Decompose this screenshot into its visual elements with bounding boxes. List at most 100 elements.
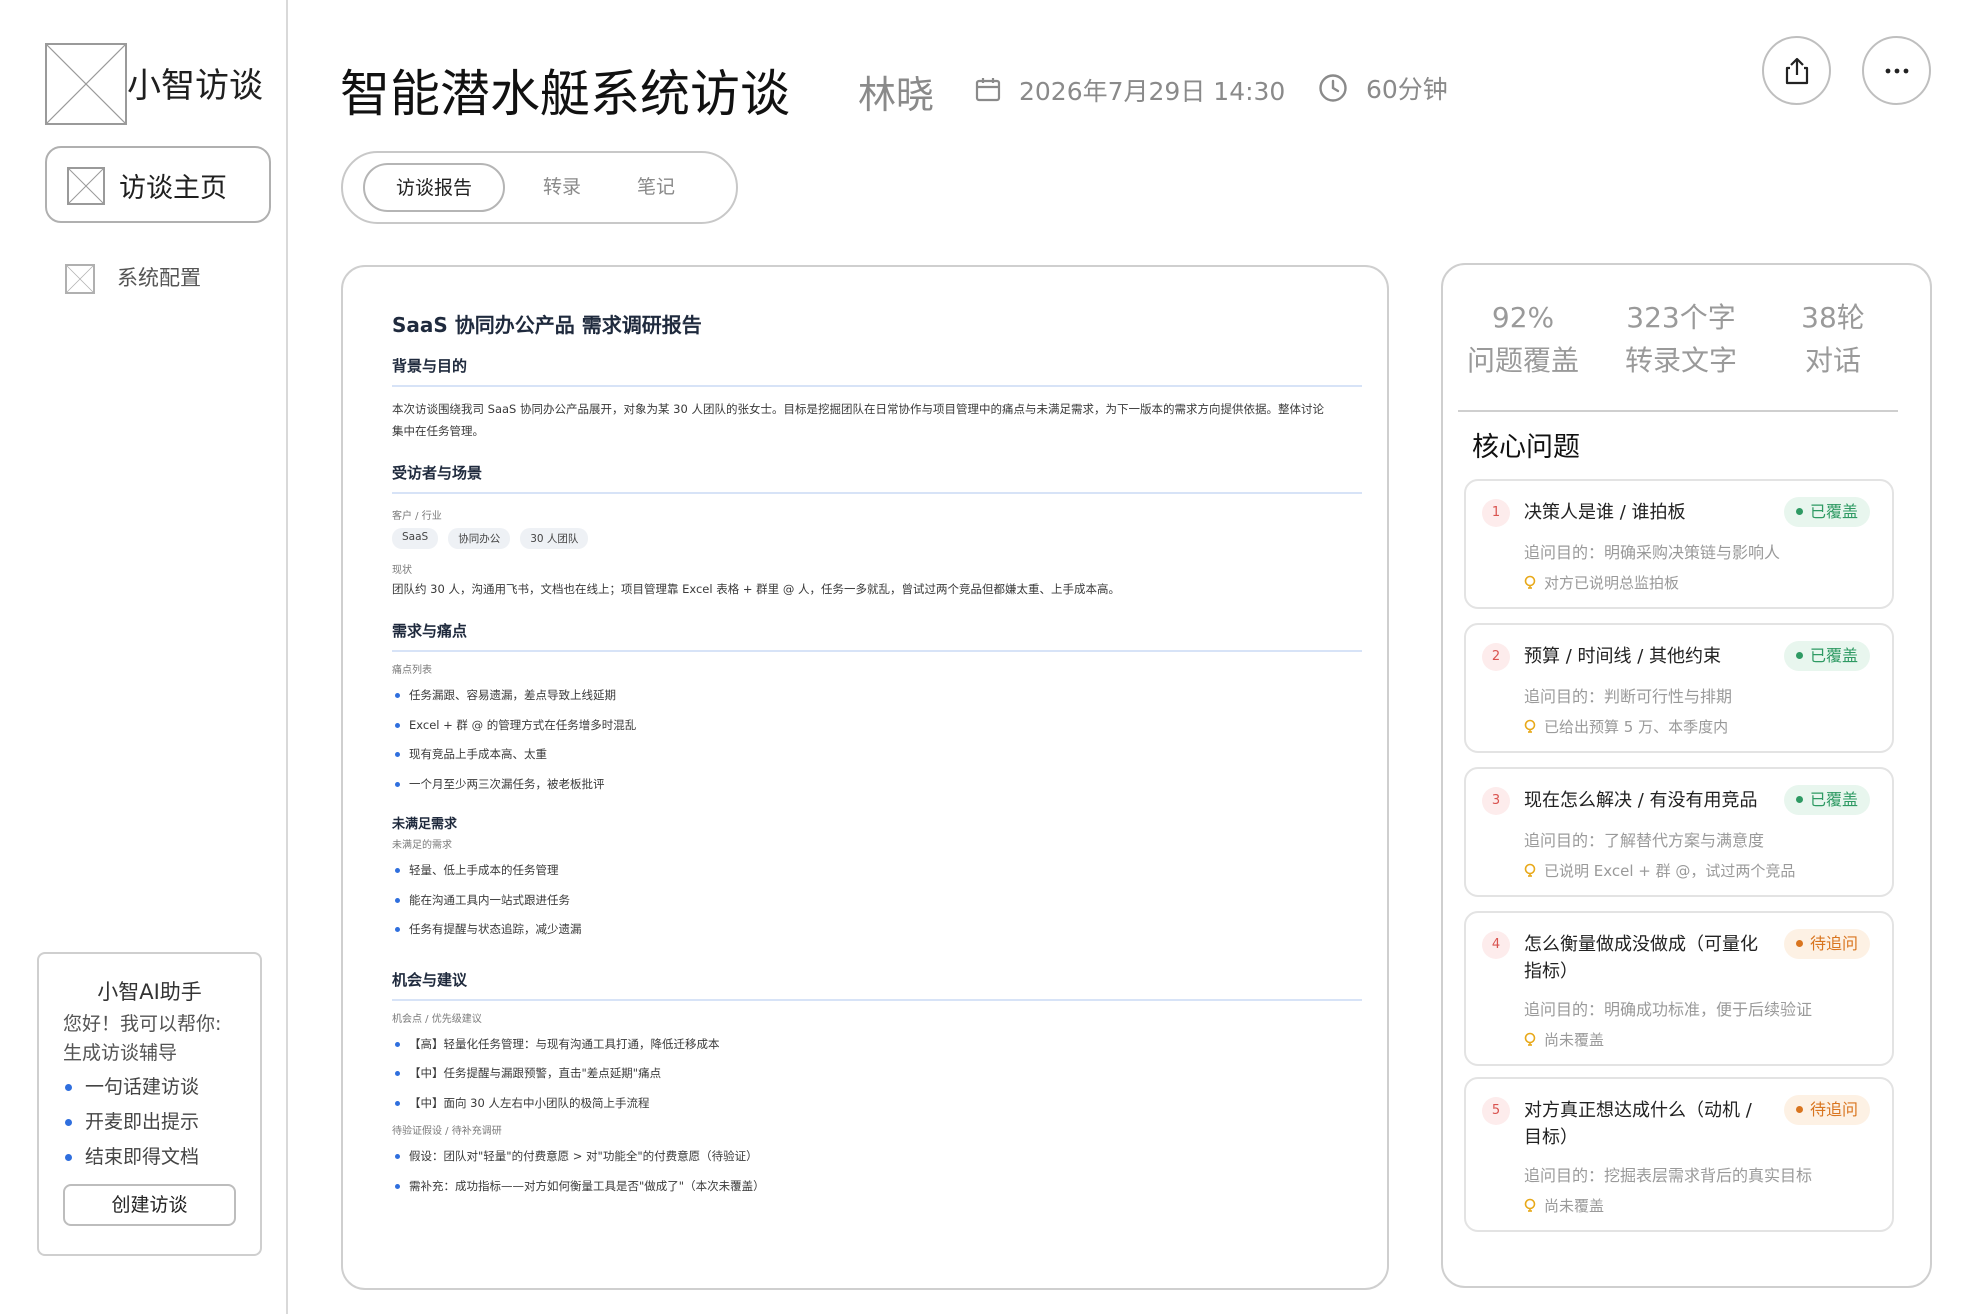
status-dot-icon bbox=[1795, 796, 1803, 803]
status-dot-icon bbox=[1795, 1106, 1803, 1113]
ai-assistant-greeting: 您好！我可以帮你: 生成访谈辅导 bbox=[63, 1010, 221, 1068]
tag-chip: SaaS bbox=[392, 528, 439, 549]
duration-text: 60分钟 bbox=[1366, 75, 1448, 104]
list-item: 现有竞品上手成本高、太重 bbox=[392, 740, 1362, 770]
stat-label: 对话 bbox=[1804, 344, 1861, 377]
sidebar-item-label: 访谈主页 bbox=[119, 173, 227, 204]
list-item: 一个月至少两三次漏任务，被老板批评 bbox=[392, 770, 1362, 800]
more-button[interactable] bbox=[1862, 36, 1931, 105]
status-text: 待追问 bbox=[1809, 934, 1858, 953]
feature-label: 开麦即出提示 bbox=[85, 1111, 200, 1133]
tab-notes[interactable]: 笔记 bbox=[637, 153, 675, 222]
question-purpose: 追问目的：了解替代方案与满意度 bbox=[1524, 831, 1765, 850]
list-item: Excel + 群 @ 的管理方式在任务增多时混乱 bbox=[392, 711, 1362, 741]
tag-chip: 协同办公 bbox=[448, 528, 511, 549]
section-opportunities: 机会与建议 机会点 / 优先级建议 【高】轻量化任务管理：与现有沟通工具打通，降… bbox=[392, 969, 1362, 1202]
sidebar-item-label: 系统配置 bbox=[117, 266, 201, 290]
note-text: 已说明 Excel + 群 @，试过两个竞品 bbox=[1544, 862, 1796, 880]
bullet-icon bbox=[65, 1154, 72, 1161]
question-note: 尚未覆盖 bbox=[1524, 1029, 1604, 1050]
opportunity-list: 【高】轻量化任务管理：与现有沟通工具打通，降低迁移成本 【中】任务提醒与漏跟预警… bbox=[392, 1030, 1362, 1119]
stat-label: 问题覆盖 bbox=[1466, 344, 1579, 377]
question-note: 已给出预算 5 万、本季度内 bbox=[1524, 716, 1728, 737]
question-purpose: 追问目的：判断可行性与排期 bbox=[1524, 687, 1733, 706]
section-heading: 机会与建议 bbox=[392, 969, 1362, 1001]
question-title: 现在怎么解决 / 有没有用竞品 bbox=[1524, 790, 1758, 811]
interview-duration: 60分钟 bbox=[1318, 70, 1448, 106]
hypothesis-list: 假设：团队对"轻量"的付费意愿 > 对"功能全"的付费意愿（待验证） 需补充：成… bbox=[392, 1142, 1362, 1201]
ai-feature-list: 一句话建访谈 开麦即出提示 结束即得文档 bbox=[63, 1070, 199, 1175]
section-interviewee: 受访者与场景 客户 / 行业 SaaS 协同办公 30 人团队 现状 团队约 3… bbox=[392, 462, 1362, 600]
field-label: 未满足的需求 bbox=[392, 840, 452, 851]
note-text: 对方已说明总监拍板 bbox=[1544, 574, 1680, 592]
list-item: 【中】面向 30 人左右中小团队的极简上手流程 bbox=[392, 1089, 1362, 1119]
list-item: 任务有提醒与状态追踪，减少遗漏 bbox=[392, 915, 1362, 945]
share-button[interactable] bbox=[1762, 36, 1831, 105]
lightbulb-icon bbox=[1524, 863, 1536, 877]
list-item: 需补充：成功指标——对方如何衡量工具是否"做成了"（本次未覆盖） bbox=[392, 1172, 1362, 1202]
lightbulb-icon bbox=[1524, 719, 1536, 733]
list-item: 任务漏跟、容易遗漏，差点导致上线延期 bbox=[392, 681, 1362, 711]
datetime-text: 2026年7月29日 14:30 bbox=[1019, 77, 1286, 106]
ai-assistant-title: 小智AI助手 bbox=[97, 980, 202, 1004]
clock-icon bbox=[1319, 74, 1347, 102]
lightbulb-icon bbox=[1524, 575, 1536, 589]
field-label: 机会点 / 优先级建议 bbox=[392, 1013, 482, 1025]
field-label: 痛点列表 bbox=[392, 665, 432, 676]
feature-label: 结束即得文档 bbox=[85, 1146, 200, 1168]
sidebar-item-interview-home[interactable]: 访谈主页 bbox=[45, 146, 271, 223]
question-card[interactable]: 4 怎么衡量做成没做成（可量化指标） 待追问 追问目的：明确成功标准，便于后续验… bbox=[1464, 911, 1894, 1066]
stat-value: 323个字 bbox=[1626, 301, 1736, 334]
field-label: 现状 bbox=[392, 565, 412, 576]
list-item: 开麦即出提示 bbox=[63, 1105, 199, 1140]
question-number: 3 bbox=[1482, 787, 1510, 815]
status-text: 待追问 bbox=[1809, 1100, 1858, 1119]
question-note: 尚未覆盖 bbox=[1524, 1195, 1604, 1216]
lightbulb-icon bbox=[1524, 1032, 1536, 1046]
list-item: 【中】任务提醒与漏跟预警，直击"差点延期"痛点 bbox=[392, 1059, 1362, 1089]
calendar-icon bbox=[975, 78, 1001, 102]
create-interview-button[interactable]: 创建访谈 bbox=[63, 1184, 236, 1226]
stat-value: 92% bbox=[1491, 301, 1555, 334]
ai-assistant-card: 小智AI助手 您好！我可以帮你: 生成访谈辅导 一句话建访谈 开麦即出提示 结束… bbox=[37, 952, 262, 1256]
question-card[interactable]: 5 对方真正想达成什么（动机 / 目标） 待追问 追问目的：挖掘表层需求背后的真… bbox=[1464, 1077, 1894, 1232]
logo-image bbox=[45, 43, 127, 125]
tab-report[interactable]: 访谈报告 bbox=[363, 163, 505, 212]
question-title: 对方真正想达成什么（动机 / 目标） bbox=[1524, 1100, 1752, 1148]
section-background: 背景与目的 本次访谈围绕我司 SaaS 协同办公产品展开，对象为某 30 人团队… bbox=[392, 355, 1362, 442]
stat-value: 38轮 bbox=[1801, 301, 1865, 334]
field-label: 客户 / 行业 bbox=[392, 511, 442, 522]
app-name: 小智访谈 bbox=[127, 66, 263, 106]
interviewee-name: 林晓 bbox=[858, 73, 935, 117]
question-card[interactable]: 3 现在怎么解决 / 有没有用竞品 已覆盖 追问目的：了解替代方案与满意度 已说… bbox=[1464, 767, 1894, 897]
question-note: 已说明 Excel + 群 @，试过两个竞品 bbox=[1524, 860, 1795, 881]
question-card[interactable]: 1 决策人是谁 / 谁拍板 已覆盖 追问目的：明确采购决策链与影响人 对方已说明… bbox=[1464, 479, 1894, 609]
tab-transcript[interactable]: 转录 bbox=[543, 153, 581, 222]
question-purpose: 追问目的：挖掘表层需求背后的真实目标 bbox=[1524, 1166, 1813, 1185]
status-dot-icon bbox=[1795, 940, 1803, 947]
report-panel: SaaS 协同办公产品 需求调研报告 背景与目的 本次访谈围绕我司 SaaS 协… bbox=[341, 265, 1389, 1290]
divider bbox=[1458, 410, 1898, 412]
stat-transcript-words: 323个字 转录文字 bbox=[1611, 297, 1751, 383]
more-icon bbox=[1885, 68, 1908, 73]
status-text: 团队约 30 人，沟通用飞书，文档也在线上；项目管理靠 Excel 表格 + 群… bbox=[392, 582, 1120, 596]
question-purpose: 追问目的：明确采购决策链与影响人 bbox=[1524, 543, 1781, 562]
status-badge: 已覆盖 bbox=[1783, 785, 1870, 815]
greeting-line: 您好！我可以帮你: bbox=[63, 1013, 222, 1035]
report-title: SaaS 协同办公产品 需求调研报告 bbox=[392, 313, 702, 337]
sidebar-item-system-config[interactable]: 系统配置 bbox=[45, 252, 271, 302]
stat-coverage: 92% 问题覆盖 bbox=[1463, 297, 1583, 383]
question-card[interactable]: 2 预算 / 时间线 / 其他约束 已覆盖 追问目的：判断可行性与排期 已给出预… bbox=[1464, 623, 1894, 753]
question-title: 预算 / 时间线 / 其他约束 bbox=[1524, 646, 1722, 667]
greeting-line: 生成访谈辅导 bbox=[63, 1042, 178, 1064]
page-title: 智能潜水艇系统访谈 bbox=[340, 65, 790, 123]
question-number: 2 bbox=[1482, 643, 1510, 671]
question-title: 怎么衡量做成没做成（可量化指标） bbox=[1524, 934, 1758, 982]
question-note: 对方已说明总监拍板 bbox=[1524, 572, 1679, 593]
share-icon bbox=[1785, 57, 1808, 84]
pain-list: 任务漏跟、容易遗漏，差点导致上线延期 Excel + 群 @ 的管理方式在任务增… bbox=[392, 681, 1362, 799]
question-number: 1 bbox=[1482, 499, 1510, 527]
settings-icon bbox=[65, 264, 95, 294]
status-text: 已覆盖 bbox=[1809, 502, 1858, 521]
question-number: 5 bbox=[1482, 1097, 1510, 1125]
